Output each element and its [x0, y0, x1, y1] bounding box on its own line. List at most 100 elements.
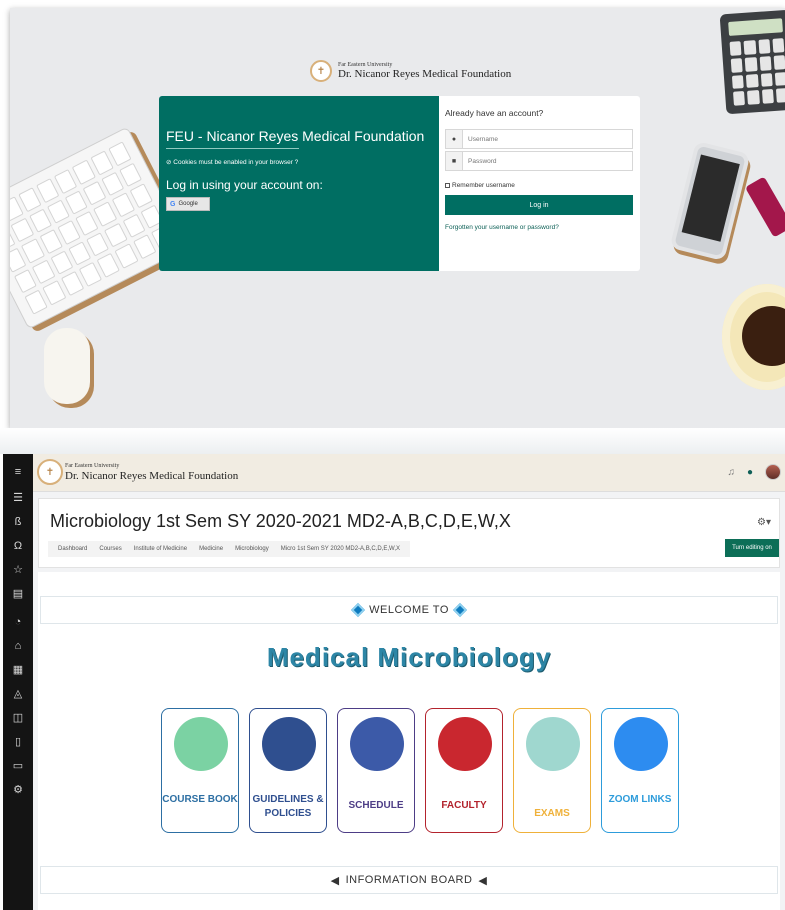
tile-course-book[interactable]: COURSE BOOK: [161, 708, 239, 833]
dashboard-icon[interactable]: ◔: [3, 616, 33, 628]
coffee-cup-illustration: [722, 284, 785, 390]
login-left-panel: FEU - Nicanor Reyes Medical Foundation ⊘…: [159, 96, 439, 271]
settings-icon[interactable]: ⚙: [3, 784, 33, 796]
clipboard-icon[interactable]: ▯: [3, 736, 33, 748]
tile-zoom-links[interactable]: ZOOM LINKS: [601, 708, 679, 833]
clipboard-pencil-icon: [526, 717, 580, 771]
login-form: Already have an account? ● ■ Remember us…: [445, 96, 635, 271]
tile-label: FACULTY: [441, 800, 487, 811]
username-field[interactable]: ●: [445, 129, 633, 149]
breadcrumb-course[interactable]: Micro 1st Sem SY 2020 MD2-A,B,C,D,E,W,X: [275, 546, 406, 552]
left-nav-rail: ≡ ☰ ß Ω ☆ ▤ ◔ ⌂ ▦ ◬ ◫ ▯ ▭ ⚙: [3, 454, 33, 910]
faculty-people-icon: [438, 717, 492, 771]
password-field[interactable]: ■: [445, 151, 633, 171]
course-page: ≡ ☰ ß Ω ☆ ▤ ◔ ⌂ ▦ ◬ ◫ ▯ ▭ ⚙ ✝ Far Easter…: [3, 454, 785, 910]
graduation-cap-icon[interactable]: ◬: [3, 688, 33, 700]
tile-exams[interactable]: EXAMS: [513, 708, 591, 833]
book-magnifier-icon: [174, 717, 228, 771]
seal-icon: ✝: [310, 60, 332, 82]
files-icon[interactable]: ◫: [3, 712, 33, 724]
mouse-illustration: [44, 328, 90, 404]
remember-checkbox[interactable]: [445, 183, 450, 188]
username-input[interactable]: [463, 130, 632, 148]
tile-schedule[interactable]: SCHEDULE: [337, 708, 415, 833]
information-board-text: INFORMATION BOARD: [345, 874, 473, 886]
home-icon[interactable]: ⌂: [3, 640, 33, 652]
already-account-heading: Already have an account?: [445, 108, 544, 118]
top-navbar: ✝ Far Eastern University Dr. Nicanor Rey…: [33, 454, 785, 492]
login-page: ✝ Far Eastern University Dr. Nicanor Rey…: [10, 8, 785, 428]
login-logo: ✝ Far Eastern University Dr. Nicanor Rey…: [310, 60, 511, 82]
login-card: FEU - Nicanor Reyes Medical Foundation ⊘…: [159, 96, 640, 271]
turn-editing-on-button[interactable]: Turn editing on: [725, 539, 779, 557]
document-hand-icon: [262, 717, 316, 771]
tile-label: SCHEDULE: [348, 800, 404, 811]
course-tiles: COURSE BOOK GUIDELINES & POLICIES SCHEDU…: [161, 708, 679, 833]
list-icon[interactable]: ☰: [3, 492, 33, 504]
login-using-heading: Log in using your account on:: [166, 178, 323, 192]
brand-small-text: Far Eastern University: [65, 463, 120, 469]
menu-icon[interactable]: ≡: [3, 466, 33, 478]
calculator-illustration: [719, 9, 785, 115]
grades-icon[interactable]: ▤: [3, 588, 33, 600]
welcome-banner: WELCOME TO: [40, 596, 778, 624]
tile-label: ZOOM LINKS: [608, 794, 672, 805]
google-label: Google: [178, 201, 198, 207]
google-icon: G: [170, 200, 176, 208]
cookies-notice-text: Cookies must be enabled in your browser: [173, 159, 293, 166]
page-title: Microbiology 1st Sem SY 2020-2021 MD2-A,…: [50, 511, 511, 531]
megaphone-icon: ◀: [330, 874, 340, 887]
bell-icon[interactable]: ♫: [727, 467, 735, 478]
course-header: Microbiology 1st Sem SY 2020-2021 MD2-A,…: [38, 498, 780, 568]
diamond-icon: [351, 602, 366, 618]
brand-title[interactable]: Dr. Nicanor Reyes Medical Foundation: [65, 470, 238, 482]
tile-label: COURSE BOOK: [162, 794, 238, 805]
breadcrumb-microbiology[interactable]: Microbiology: [229, 546, 275, 552]
breadcrumb-dashboard[interactable]: Dashboard: [52, 546, 93, 552]
screenshot-collage: ✝ Far Eastern University Dr. Nicanor Rey…: [0, 0, 785, 910]
tile-label: EXAMS: [534, 808, 570, 819]
course-content: WELCOME TO Medical Microbiology COURSE B…: [38, 572, 780, 910]
password-input[interactable]: [463, 152, 632, 170]
tile-label: GUIDELINES & POLICIES: [252, 794, 324, 819]
cookies-notice: ⊘ Cookies must be enabled in your browse…: [166, 158, 298, 166]
google-login-button[interactable]: G Google: [166, 197, 210, 211]
diamond-icon: [452, 602, 467, 618]
brand-title: Dr. Nicanor Reyes Medical Foundation: [338, 67, 512, 80]
login-button[interactable]: Log in: [445, 195, 633, 215]
folder-icon[interactable]: ▭: [3, 760, 33, 772]
usb-illustration: [744, 176, 785, 238]
calendar-icon: [350, 717, 404, 771]
forgot-password-link[interactable]: Forgotten your username or password?: [445, 224, 559, 231]
lock-icon: ■: [446, 152, 463, 170]
chat-icon[interactable]: ●: [747, 467, 753, 478]
tile-guidelines[interactable]: GUIDELINES & POLICIES: [249, 708, 327, 833]
megaphone-icon: ◀: [478, 874, 488, 887]
user-tools: ♫ ●: [727, 464, 781, 480]
avatar[interactable]: [765, 464, 781, 480]
badges-icon[interactable]: Ω: [3, 540, 33, 552]
participants-icon[interactable]: ß: [3, 516, 33, 528]
site-name: FEU - Nicanor Reyes Medical Foundation: [166, 128, 425, 144]
star-icon[interactable]: ☆: [3, 564, 33, 576]
seal-icon[interactable]: ✝: [37, 459, 63, 485]
breadcrumb-courses[interactable]: Courses: [93, 546, 127, 552]
breadcrumb-medicine[interactable]: Medicine: [193, 546, 229, 552]
course-banner-title: Medical Microbiology: [266, 642, 552, 672]
calendar-icon[interactable]: ▦: [3, 664, 33, 676]
phone-illustration: [669, 140, 751, 262]
remember-username[interactable]: Remember username: [445, 182, 515, 189]
remember-label: Remember username: [452, 182, 515, 189]
help-icon[interactable]: ?: [295, 159, 299, 166]
user-icon: ●: [446, 130, 463, 148]
welcome-text: WELCOME TO: [369, 604, 449, 616]
breadcrumb-institute[interactable]: Institute of Medicine: [128, 546, 193, 552]
screenshot-divider: [0, 428, 785, 454]
site-name-underline: [166, 148, 299, 149]
tile-faculty[interactable]: FACULTY: [425, 708, 503, 833]
breadcrumb: Dashboard Courses Institute of Medicine …: [48, 541, 411, 557]
info-icon: ⊘: [166, 159, 172, 166]
information-board-banner: ◀ INFORMATION BOARD ◀: [40, 866, 778, 894]
video-camera-icon: [614, 717, 668, 771]
gear-icon[interactable]: ⚙▾: [757, 517, 771, 528]
